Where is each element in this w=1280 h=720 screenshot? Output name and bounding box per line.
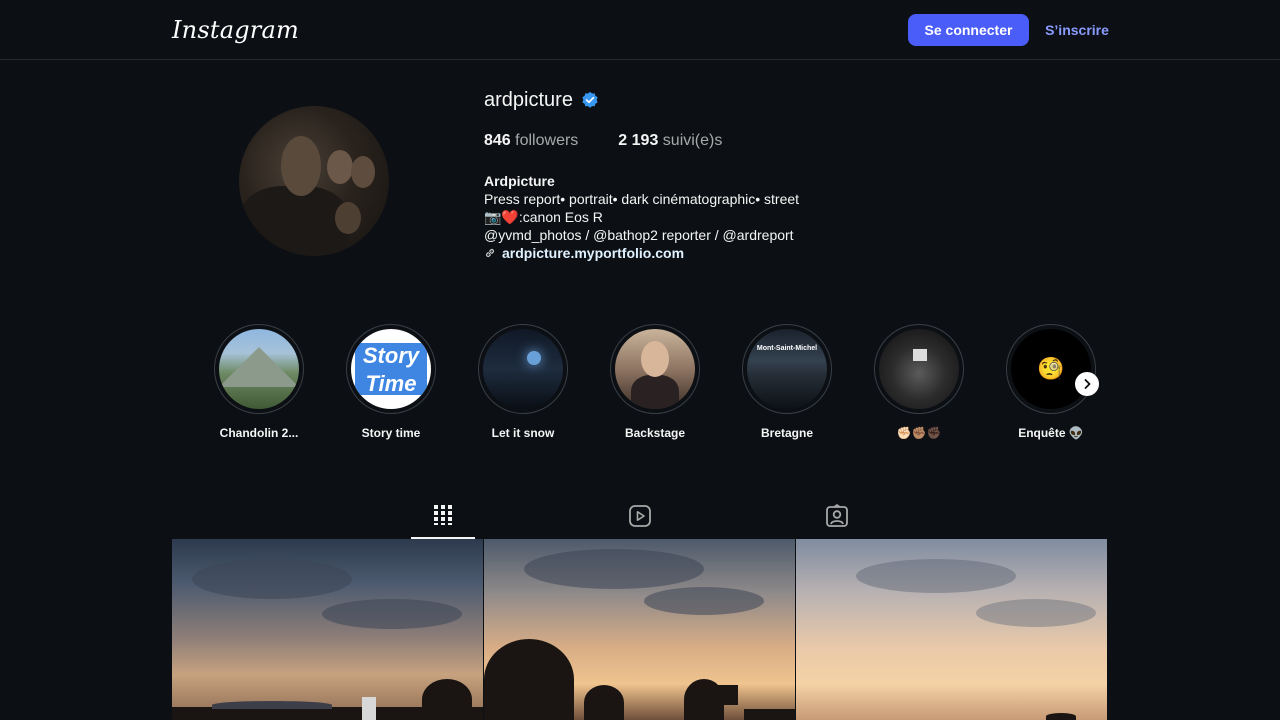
- highlight-thumbnail: [879, 329, 959, 409]
- followers-label: followers: [515, 132, 579, 149]
- profile-avatar[interactable]: [239, 106, 389, 256]
- username-row: ardpicture: [484, 88, 599, 112]
- highlight-item[interactable]: Chandolin 2...: [193, 324, 325, 440]
- profile-link-text: ardpicture.myportfolio.com: [502, 245, 685, 261]
- highlight-label: Enquête 👽: [1018, 426, 1084, 440]
- highlight-thumbnail: Mont-Saint-Michel: [747, 329, 827, 409]
- highlight-label: Story time: [361, 426, 421, 440]
- following-label: suivi(e)s: [662, 132, 723, 149]
- highlight-thumbnail: [219, 329, 299, 409]
- highlight-thumbnail: [483, 329, 563, 409]
- post-thumbnail[interactable]: [796, 539, 1107, 720]
- post-thumbnail[interactable]: [172, 539, 483, 720]
- instagram-logo[interactable]: Instagram: [172, 16, 299, 44]
- bio-line: Press report• portrait• dark cinématogra…: [484, 191, 800, 207]
- story-highlights: Chandolin 2... Story Time Story time Let…: [0, 324, 1280, 444]
- posts-grid: [172, 539, 1107, 720]
- tab-tagged[interactable]: [805, 492, 869, 539]
- highlight-item[interactable]: Mont-Saint-Michel Bretagne: [721, 324, 853, 440]
- link-icon: [485, 248, 495, 258]
- verified-badge-icon: [582, 91, 598, 108]
- highlight-item[interactable]: Story Time Story time: [325, 324, 457, 440]
- grid-icon: [434, 504, 452, 525]
- highlight-thumbnail: Story Time: [351, 329, 431, 409]
- profile-stats: 846 followers 2 193 suivi(e)s: [484, 132, 722, 150]
- signup-link[interactable]: S’inscrire: [1040, 14, 1114, 46]
- highlight-label: Chandolin 2...: [219, 426, 299, 440]
- highlight-thumbnail: 🧐: [1011, 329, 1091, 409]
- tab-grid[interactable]: [411, 492, 475, 539]
- profile-bio: Ardpicture Press report• portrait• dark …: [484, 172, 799, 262]
- highlight-label: Let it snow: [491, 426, 555, 440]
- profile-display-name: Ardpicture: [484, 173, 555, 189]
- highlight-item[interactable]: Let it snow: [457, 324, 589, 440]
- following-stat[interactable]: 2 193 suivi(e)s: [618, 132, 722, 150]
- post-thumbnail[interactable]: [484, 539, 795, 720]
- chevron-right-icon: [1084, 379, 1091, 389]
- highlight-item[interactable]: ✊🏻✊🏽✊🏿: [853, 324, 985, 440]
- highlight-label: Bretagne: [760, 426, 813, 440]
- highlight-item[interactable]: Backstage: [589, 324, 721, 440]
- login-button[interactable]: Se connecter: [908, 14, 1029, 46]
- bio-line: 📷❤️:canon Eos R: [484, 209, 603, 225]
- profile-tabs: [172, 492, 1107, 539]
- highlight-label: ✊🏻✊🏽✊🏿: [896, 426, 942, 440]
- bio-line: @yvmd_photos / @bathop2 reporter / @ardr…: [484, 227, 794, 243]
- tagged-icon: [826, 503, 848, 527]
- followers-stat[interactable]: 846 followers: [484, 132, 578, 150]
- highlight-label: Backstage: [624, 426, 686, 440]
- reels-icon: [629, 504, 651, 527]
- highlights-next-button[interactable]: [1075, 372, 1099, 396]
- top-navbar: Instagram Se connecter S’inscrire: [0, 0, 1280, 60]
- tab-reels[interactable]: [608, 492, 672, 539]
- profile-username: ardpicture: [484, 88, 573, 111]
- followers-count: 846: [484, 132, 511, 149]
- following-count: 2 193: [618, 132, 659, 149]
- highlight-thumbnail: [615, 329, 695, 409]
- profile-link[interactable]: ardpicture.myportfolio.com: [484, 244, 799, 262]
